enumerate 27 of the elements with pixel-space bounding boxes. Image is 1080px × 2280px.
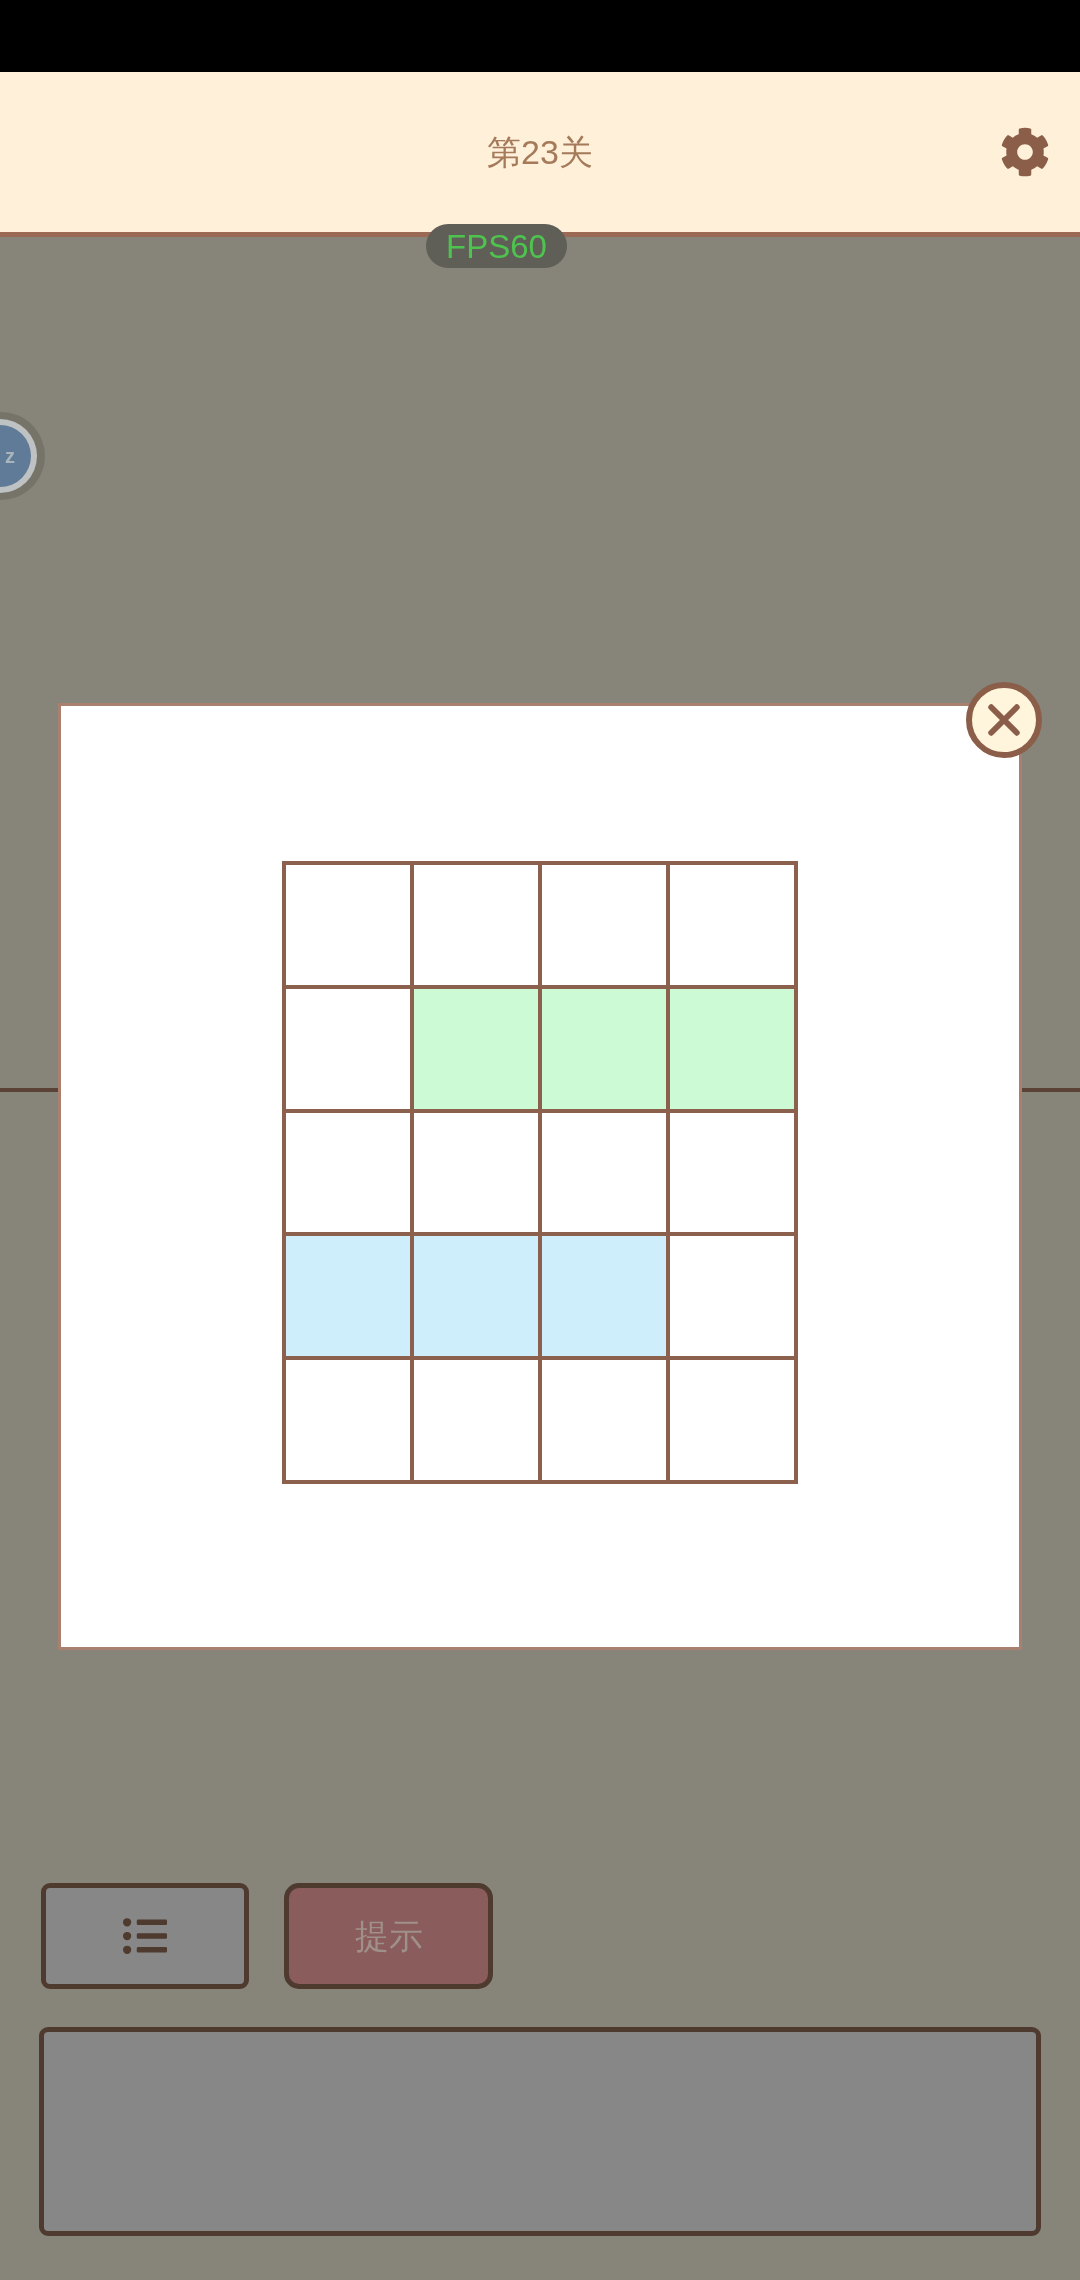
grid-cell[interactable]: [414, 1236, 538, 1357]
round-badge[interactable]: z: [0, 412, 45, 500]
grid-cell[interactable]: [542, 1236, 666, 1357]
grid-cell[interactable]: [670, 1112, 794, 1233]
grid-cell[interactable]: [414, 1360, 538, 1480]
fps-badge: FPS60: [426, 224, 567, 268]
close-icon: [988, 704, 1020, 736]
grid-cell[interactable]: [670, 988, 794, 1109]
grid-cell[interactable]: [542, 1112, 666, 1233]
grid-cell[interactable]: [670, 1360, 794, 1480]
list-button[interactable]: [41, 1883, 249, 1989]
grid-cell[interactable]: [414, 865, 538, 985]
settings-icon[interactable]: [1000, 127, 1050, 177]
grid-cell[interactable]: [414, 1112, 538, 1233]
badge-label: z: [5, 446, 15, 466]
grid-cell[interactable]: [414, 988, 538, 1109]
grid-cell[interactable]: [286, 1236, 410, 1357]
grid-cell[interactable]: [670, 865, 794, 985]
level-title: 第23关: [487, 135, 593, 169]
grid-cell[interactable]: [542, 1360, 666, 1480]
grid-cell[interactable]: [542, 988, 666, 1109]
grid-cell[interactable]: [286, 988, 410, 1109]
grid-cell[interactable]: [670, 1236, 794, 1357]
grid-cell[interactable]: [286, 865, 410, 985]
grid-cell[interactable]: [286, 1360, 410, 1480]
grid-cell[interactable]: [286, 1112, 410, 1233]
grid-cell[interactable]: [542, 865, 666, 985]
